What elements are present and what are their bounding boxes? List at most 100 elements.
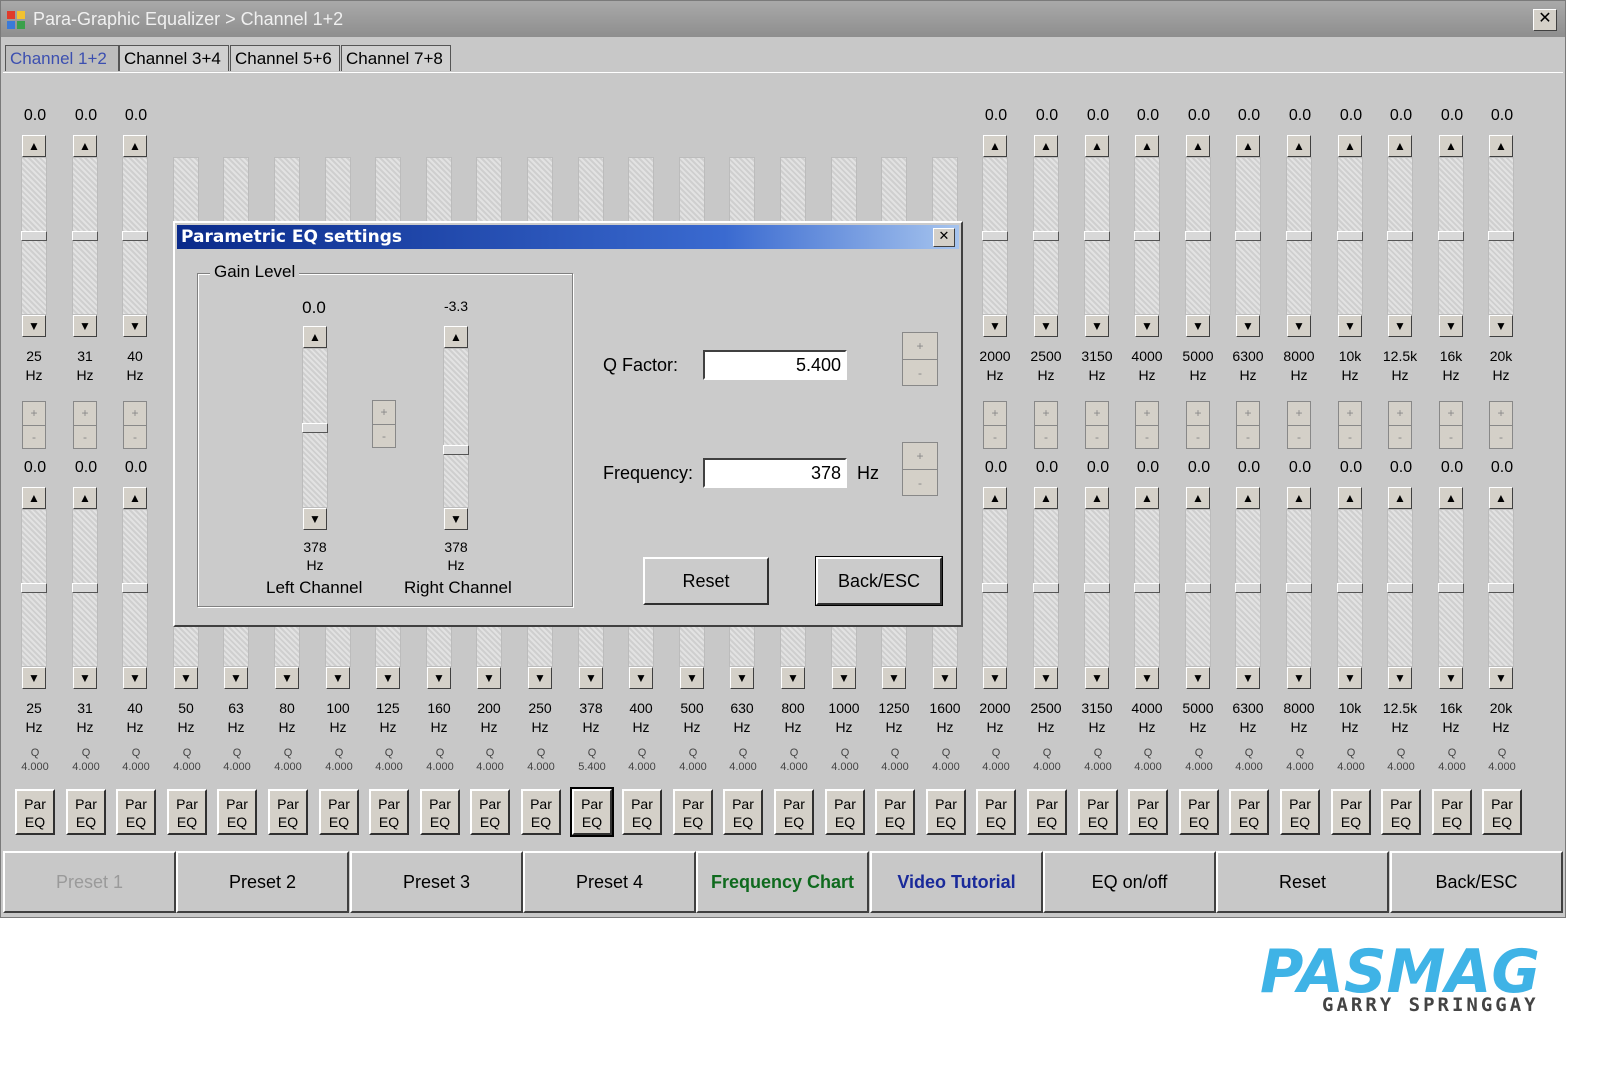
upper-down-button-40[interactable]: ▼ [123, 315, 147, 337]
window-close-button[interactable]: ✕ [1533, 9, 1557, 31]
tab-channel-3-4[interactable]: Channel 3+4 [119, 45, 229, 71]
dialog-close-button[interactable]: ✕ [933, 228, 955, 247]
gain-link-minus[interactable]: - [373, 424, 395, 448]
left-gain-up-button[interactable]: ▲ [303, 326, 327, 348]
lower-slider-thumb-4000[interactable] [1134, 583, 1160, 593]
band-stepper-plus-40[interactable]: + [124, 402, 146, 425]
lower-up-button-31[interactable]: ▲ [73, 487, 97, 509]
lower-up-button-16k[interactable]: ▲ [1439, 487, 1463, 509]
band-stepper-minus-2500[interactable]: - [1035, 425, 1057, 449]
right-gain-thumb[interactable] [443, 445, 469, 455]
lower-down-button-1000[interactable]: ▼ [832, 667, 856, 689]
band-stepper-minus-3150[interactable]: - [1086, 425, 1108, 449]
par-eq-button-2500[interactable]: Par EQ [1027, 789, 1067, 835]
lower-up-button-12-5k[interactable]: ▲ [1388, 487, 1412, 509]
lower-slider-thumb-20k[interactable] [1488, 583, 1514, 593]
par-eq-button-40[interactable]: Par EQ [116, 789, 156, 835]
upper-slider-thumb-31[interactable] [72, 231, 98, 241]
band-stepper-plus-5000[interactable]: + [1187, 402, 1209, 425]
upper-slider-thumb-2500[interactable] [1033, 231, 1059, 241]
upper-down-button-10k[interactable]: ▼ [1338, 315, 1362, 337]
lower-slider-thumb-2500[interactable] [1033, 583, 1059, 593]
frequency-plus[interactable]: + [903, 443, 937, 469]
bottom-button-eq-on-off[interactable]: EQ on/off [1043, 851, 1216, 913]
lower-slider-thumb-25[interactable] [21, 583, 47, 593]
par-eq-button-1600[interactable]: Par EQ [926, 789, 966, 835]
bottom-button-preset-1[interactable]: Preset 1 [3, 851, 176, 913]
bottom-button-back-esc[interactable]: Back/ESC [1390, 851, 1563, 913]
lower-down-button-10k[interactable]: ▼ [1338, 667, 1362, 689]
lower-down-button-250[interactable]: ▼ [528, 667, 552, 689]
lower-down-button-1600[interactable]: ▼ [933, 667, 957, 689]
par-eq-button-250[interactable]: Par EQ [521, 789, 561, 835]
lower-up-button-2000[interactable]: ▲ [983, 487, 1007, 509]
upper-down-button-16k[interactable]: ▼ [1439, 315, 1463, 337]
band-stepper-12-5k[interactable]: + - [1388, 401, 1412, 449]
band-stepper-minus-2000[interactable]: - [984, 425, 1006, 449]
lower-down-button-3150[interactable]: ▼ [1085, 667, 1109, 689]
upper-slider-track-800[interactable] [780, 157, 806, 227]
upper-slider-thumb-3150[interactable] [1084, 231, 1110, 241]
band-stepper-8000[interactable]: + - [1287, 401, 1311, 449]
q-factor-input[interactable]: 5.400 [703, 350, 847, 380]
par-eq-button-12-5k[interactable]: Par EQ [1381, 789, 1421, 835]
upper-up-button-16k[interactable]: ▲ [1439, 135, 1463, 157]
upper-slider-thumb-40[interactable] [122, 231, 148, 241]
lower-up-button-6300[interactable]: ▲ [1236, 487, 1260, 509]
upper-slider-track-1250[interactable] [881, 157, 907, 227]
par-eq-button-80[interactable]: Par EQ [268, 789, 308, 835]
upper-slider-thumb-20k[interactable] [1488, 231, 1514, 241]
upper-down-button-12-5k[interactable]: ▼ [1388, 315, 1412, 337]
lower-down-button-100[interactable]: ▼ [326, 667, 350, 689]
upper-up-button-2500[interactable]: ▲ [1034, 135, 1058, 157]
upper-slider-track-50[interactable] [173, 157, 199, 227]
par-eq-button-200[interactable]: Par EQ [470, 789, 510, 835]
band-stepper-3150[interactable]: + - [1085, 401, 1109, 449]
lower-slider-thumb-6300[interactable] [1235, 583, 1261, 593]
upper-slider-track-378[interactable] [578, 157, 604, 227]
lower-down-button-31[interactable]: ▼ [73, 667, 97, 689]
lower-slider-thumb-5000[interactable] [1185, 583, 1211, 593]
lower-down-button-6300[interactable]: ▼ [1236, 667, 1260, 689]
upper-slider-thumb-25[interactable] [21, 231, 47, 241]
band-stepper-10k[interactable]: + - [1338, 401, 1362, 449]
band-stepper-plus-2000[interactable]: + [984, 402, 1006, 425]
lower-slider-thumb-2000[interactable] [982, 583, 1008, 593]
lower-down-button-400[interactable]: ▼ [629, 667, 653, 689]
upper-down-button-3150[interactable]: ▼ [1085, 315, 1109, 337]
lower-slider-thumb-12-5k[interactable] [1387, 583, 1413, 593]
lower-down-button-800[interactable]: ▼ [781, 667, 805, 689]
lower-down-button-16k[interactable]: ▼ [1439, 667, 1463, 689]
upper-slider-track-125[interactable] [375, 157, 401, 227]
lower-slider-thumb-10k[interactable] [1337, 583, 1363, 593]
upper-slider-thumb-2000[interactable] [982, 231, 1008, 241]
lower-up-button-40[interactable]: ▲ [123, 487, 147, 509]
par-eq-button-3150[interactable]: Par EQ [1078, 789, 1118, 835]
upper-slider-thumb-8000[interactable] [1286, 231, 1312, 241]
q-factor-plus[interactable]: + [903, 333, 937, 359]
par-eq-button-50[interactable]: Par EQ [167, 789, 207, 835]
upper-up-button-40[interactable]: ▲ [123, 135, 147, 157]
par-eq-button-378[interactable]: Par EQ [570, 787, 614, 837]
lower-down-button-40[interactable]: ▼ [123, 667, 147, 689]
lower-up-button-25[interactable]: ▲ [22, 487, 46, 509]
upper-down-button-2500[interactable]: ▼ [1034, 315, 1058, 337]
upper-slider-track-630[interactable] [729, 157, 755, 227]
bottom-button-frequency-chart[interactable]: Frequency Chart [696, 851, 869, 913]
band-stepper-plus-4000[interactable]: + [1136, 402, 1158, 425]
band-stepper-plus-6300[interactable]: + [1237, 402, 1259, 425]
band-stepper-minus-20k[interactable]: - [1490, 425, 1512, 449]
lower-down-button-1250[interactable]: ▼ [882, 667, 906, 689]
par-eq-button-1000[interactable]: Par EQ [825, 789, 865, 835]
lower-down-button-63[interactable]: ▼ [224, 667, 248, 689]
upper-slider-thumb-4000[interactable] [1134, 231, 1160, 241]
frequency-minus[interactable]: - [903, 469, 937, 496]
upper-down-button-20k[interactable]: ▼ [1489, 315, 1513, 337]
band-stepper-minus-10k[interactable]: - [1339, 425, 1361, 449]
par-eq-button-8000[interactable]: Par EQ [1280, 789, 1320, 835]
upper-down-button-2000[interactable]: ▼ [983, 315, 1007, 337]
par-eq-button-20k[interactable]: Par EQ [1482, 789, 1522, 835]
band-stepper-16k[interactable]: + - [1439, 401, 1463, 449]
upper-up-button-2000[interactable]: ▲ [983, 135, 1007, 157]
par-eq-button-25[interactable]: Par EQ [15, 789, 55, 835]
